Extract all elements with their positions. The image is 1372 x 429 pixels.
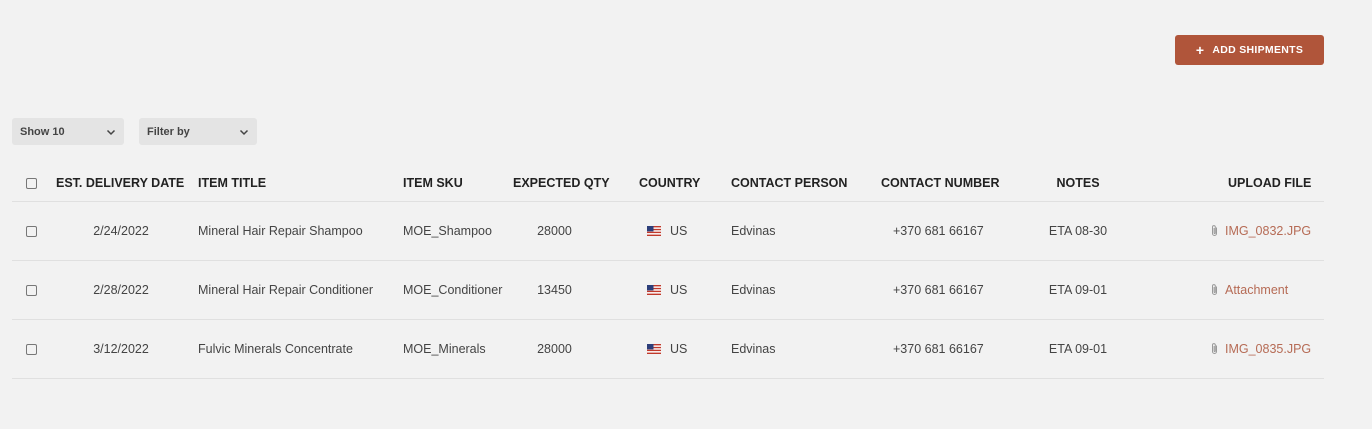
country-cell: US xyxy=(626,201,718,261)
upload-file-link[interactable]: IMG_0835.JPG xyxy=(1225,342,1311,356)
paperclip-icon xyxy=(1212,343,1217,355)
contact-person: Edvinas xyxy=(718,260,868,320)
add-shipments-button[interactable]: + ADD SHIPMENTS xyxy=(1175,35,1324,65)
contact-number: +370 681 66167 xyxy=(868,201,1018,261)
plus-icon: + xyxy=(1195,41,1205,58)
col-header-expected-qty[interactable]: EXPECTED QTY xyxy=(513,165,626,202)
country-cell: US xyxy=(626,319,718,379)
country-cell: US xyxy=(626,260,718,320)
upload-file-link[interactable]: IMG_0832.JPG xyxy=(1225,224,1311,238)
paperclip-icon xyxy=(1212,284,1217,296)
contact-number: +370 681 66167 xyxy=(868,319,1018,379)
select-all-cell xyxy=(12,165,52,202)
item-title: Fulvic Minerals Concentrate xyxy=(198,319,403,379)
filter-label: Filter by xyxy=(147,125,190,138)
filter-dropdown[interactable]: Filter by xyxy=(139,118,257,145)
row-checkbox[interactable] xyxy=(26,226,37,238)
country-code: US xyxy=(670,342,688,356)
paperclip-icon xyxy=(1212,225,1217,237)
select-all-checkbox[interactable] xyxy=(26,178,37,190)
row-checkbox[interactable] xyxy=(26,344,37,356)
table-row[interactable]: 2/24/2022 Mineral Hair Repair Shampoo MO… xyxy=(12,201,1324,261)
show-count-dropdown[interactable]: Show 10 xyxy=(12,118,124,145)
shipments-table: EST. DELIVERY DATE ITEM TITLE ITEM SKU E… xyxy=(12,165,1324,379)
us-flag-icon xyxy=(647,343,661,354)
add-shipments-label: ADD SHIPMENTS xyxy=(1212,44,1304,56)
item-sku: MOE_Shampoo xyxy=(403,201,513,261)
col-header-country[interactable]: COUNTRY xyxy=(626,165,718,202)
col-header-delivery-date[interactable]: EST. DELIVERY DATE xyxy=(52,165,198,202)
notes: ETA 09-01 xyxy=(1018,319,1202,379)
contact-person: Edvinas xyxy=(718,319,868,379)
table-row[interactable]: 2/28/2022 Mineral Hair Repair Conditione… xyxy=(12,260,1324,320)
upload-file-cell: IMG_0832.JPG xyxy=(1202,201,1324,261)
col-header-item-title[interactable]: ITEM TITLE xyxy=(198,165,403,202)
chevron-down-icon xyxy=(106,129,116,135)
country-code: US xyxy=(670,283,688,297)
item-title: Mineral Hair Repair Shampoo xyxy=(198,201,403,261)
col-header-item-sku[interactable]: ITEM SKU xyxy=(403,165,513,202)
delivery-date: 2/28/2022 xyxy=(52,260,198,320)
contact-number: +370 681 66167 xyxy=(868,260,1018,320)
expected-qty: 13450 xyxy=(513,260,626,320)
expected-qty: 28000 xyxy=(513,319,626,379)
item-sku: MOE_Minerals xyxy=(403,319,513,379)
row-select-cell xyxy=(12,260,52,320)
table-row[interactable]: 3/12/2022 Fulvic Minerals Concentrate MO… xyxy=(12,319,1324,379)
row-select-cell xyxy=(12,201,52,261)
table-header-row: EST. DELIVERY DATE ITEM TITLE ITEM SKU E… xyxy=(12,165,1324,202)
us-flag-icon xyxy=(647,225,661,236)
col-header-notes[interactable]: NOTES xyxy=(1018,165,1202,202)
show-count-label: Show 10 xyxy=(20,125,65,138)
country-code: US xyxy=(670,224,688,238)
delivery-date: 2/24/2022 xyxy=(52,201,198,261)
row-select-cell xyxy=(12,319,52,379)
delivery-date: 3/12/2022 xyxy=(52,319,198,379)
upload-file-cell: Attachment xyxy=(1202,260,1324,320)
notes: ETA 08-30 xyxy=(1018,201,1202,261)
item-sku: MOE_Conditioner xyxy=(403,260,513,320)
col-header-contact-person[interactable]: CONTACT PERSON xyxy=(718,165,868,202)
col-header-contact-number[interactable]: CONTACT NUMBER xyxy=(868,165,1018,202)
expected-qty: 28000 xyxy=(513,201,626,261)
upload-file-link[interactable]: Attachment xyxy=(1225,283,1288,297)
upload-file-cell: IMG_0835.JPG xyxy=(1202,319,1324,379)
us-flag-icon xyxy=(647,284,661,295)
col-header-upload-file[interactable]: UPLOAD FILE xyxy=(1202,165,1324,202)
notes: ETA 09-01 xyxy=(1018,260,1202,320)
row-checkbox[interactable] xyxy=(26,285,37,297)
contact-person: Edvinas xyxy=(718,201,868,261)
chevron-down-icon xyxy=(239,129,249,135)
item-title: Mineral Hair Repair Conditioner xyxy=(198,260,403,320)
